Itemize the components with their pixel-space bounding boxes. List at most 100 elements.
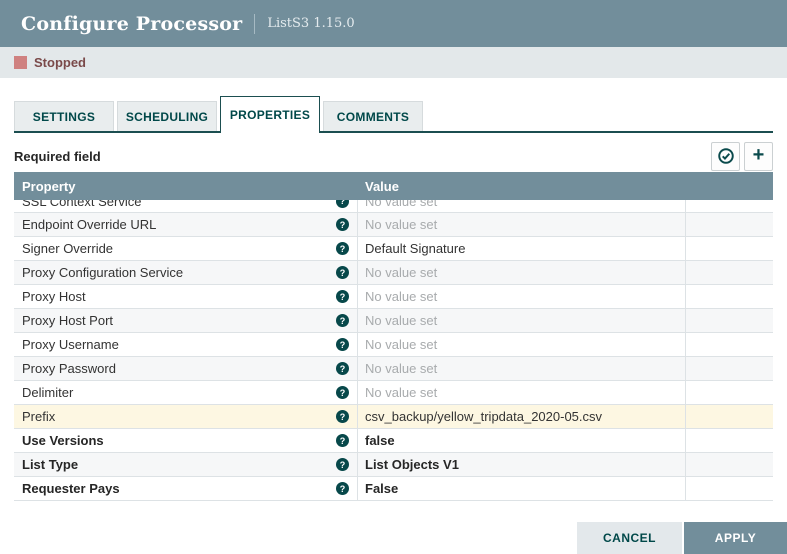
row-actions-cell — [686, 261, 773, 284]
tab-properties[interactable]: PROPERTIES — [220, 96, 320, 133]
property-value: List Objects V1 — [365, 457, 459, 472]
property-cell: Proxy Host Port? — [14, 309, 358, 332]
table-row[interactable]: Proxy Host? No value set — [14, 285, 773, 309]
help-icon[interactable]: ? — [336, 434, 349, 447]
help-icon[interactable]: ? — [336, 290, 349, 303]
value-cell[interactable]: No value set — [358, 213, 686, 236]
property-value: Default Signature — [365, 241, 465, 256]
help-icon[interactable]: ? — [336, 242, 349, 255]
value-column-header: Value — [358, 172, 686, 200]
cancel-button[interactable]: CANCEL — [577, 522, 682, 554]
help-icon[interactable]: ? — [336, 458, 349, 471]
table-body: Endpoint Override URL? No value set Signer… — [14, 213, 773, 501]
property-value: No value set — [365, 361, 437, 376]
add-property-button[interactable]: + — [744, 142, 773, 171]
verify-properties-button[interactable] — [711, 142, 740, 171]
property-name: SSL Context Service — [22, 200, 141, 209]
tab-comments[interactable]: COMMENTS — [323, 101, 423, 131]
properties-table: Property Value SSL Context Service ? No … — [14, 172, 773, 501]
value-cell[interactable]: Default Signature — [358, 237, 686, 260]
row-actions-cell — [686, 477, 773, 500]
table-row[interactable]: Signer Override? Default Signature — [14, 237, 773, 261]
help-icon[interactable]: ? — [336, 266, 349, 279]
apply-button[interactable]: APPLY — [684, 522, 787, 554]
partially-scrolled-row[interactable]: SSL Context Service ? No value set — [14, 200, 773, 213]
property-cell: Endpoint Override URL? — [14, 213, 358, 236]
verification-icon — [717, 147, 735, 165]
property-value: No value set — [365, 265, 437, 280]
property-name: Use Versions — [22, 433, 104, 448]
property-cell: Proxy Username? — [14, 333, 358, 356]
value-cell[interactable]: List Objects V1 — [358, 453, 686, 476]
property-name: Proxy Configuration Service — [22, 265, 183, 280]
property-cell: Proxy Configuration Service? — [14, 261, 358, 284]
property-column-header: Property — [14, 172, 358, 200]
value-cell[interactable]: No value set — [358, 381, 686, 404]
table-header: Property Value — [14, 172, 773, 200]
property-value: No value set — [365, 385, 437, 400]
value-cell[interactable]: csv_backup/yellow_tripdata_2020-05.csv — [358, 405, 686, 428]
property-name: Proxy Username — [22, 337, 119, 352]
value-cell[interactable]: No value set — [358, 333, 686, 356]
row-actions-cell — [686, 309, 773, 332]
tab-bar: SETTINGS SCHEDULING PROPERTIES COMMENTS — [14, 96, 773, 133]
property-cell: Proxy Password? — [14, 357, 358, 380]
help-icon[interactable]: ? — [336, 410, 349, 423]
property-name: Endpoint Override URL — [22, 217, 156, 232]
value-cell[interactable]: No value set — [358, 309, 686, 332]
help-icon[interactable]: ? — [336, 386, 349, 399]
tab-scheduling[interactable]: SCHEDULING — [117, 101, 217, 131]
help-icon[interactable]: ? — [336, 482, 349, 495]
table-row[interactable]: Prefix?csv_backup/yellow_tripdata_2020-0… — [14, 405, 773, 429]
property-name: Signer Override — [22, 241, 113, 256]
property-value: No value set — [365, 217, 437, 232]
table-row[interactable]: Proxy Username? No value set — [14, 333, 773, 357]
row-actions-cell — [686, 453, 773, 476]
help-icon[interactable]: ? — [336, 362, 349, 375]
table-row[interactable]: Delimiter?No value set — [14, 381, 773, 405]
help-icon[interactable]: ? — [336, 338, 349, 351]
stopped-icon — [14, 56, 27, 69]
property-value: No value set — [365, 289, 437, 304]
help-icon[interactable]: ? — [336, 200, 349, 208]
title-separator — [254, 14, 255, 34]
dialog-footer: CANCEL APPLY — [577, 522, 787, 554]
table-row: SSL Context Service ? No value set — [14, 200, 773, 213]
property-name: List Type — [22, 457, 78, 472]
property-cell: Use Versions? — [14, 429, 358, 452]
table-row[interactable]: List Type? List Objects V1 — [14, 453, 773, 477]
property-value: No value set — [365, 337, 437, 352]
value-cell[interactable]: No value set — [358, 357, 686, 380]
value-cell[interactable]: No value set — [358, 200, 686, 213]
help-icon[interactable]: ? — [336, 218, 349, 231]
table-row[interactable]: Proxy Password? No value set — [14, 357, 773, 381]
row-actions-cell — [686, 333, 773, 356]
property-name: Proxy Host Port — [22, 313, 113, 328]
toolbar-buttons: + — [711, 142, 773, 171]
row-actions-cell — [686, 200, 773, 213]
row-actions-cell — [686, 357, 773, 380]
help-icon[interactable]: ? — [336, 314, 349, 327]
value-cell[interactable]: False — [358, 477, 686, 500]
table-row[interactable]: Endpoint Override URL? No value set — [14, 213, 773, 237]
table-row[interactable]: Proxy Host Port? No value set — [14, 309, 773, 333]
value-cell[interactable]: false — [358, 429, 686, 452]
dialog-title: Configure Processor — [21, 13, 242, 35]
processor-type-version: ListS3 1.15.0 — [267, 16, 354, 31]
value-cell[interactable]: No value set — [358, 261, 686, 284]
row-actions-cell — [686, 405, 773, 428]
table-row[interactable]: Use Versions? false — [14, 429, 773, 453]
required-field-label: Required field — [14, 149, 101, 164]
property-value: false — [365, 433, 395, 448]
table-row[interactable]: Requester Pays?False — [14, 477, 773, 501]
run-status-bar: Stopped — [0, 47, 787, 78]
property-cell: Proxy Host? — [14, 285, 358, 308]
row-actions-cell — [686, 429, 773, 452]
value-cell[interactable]: No value set — [358, 285, 686, 308]
row-actions-cell — [686, 213, 773, 236]
property-value: No value set — [365, 200, 437, 209]
property-value: No value set — [365, 313, 437, 328]
tab-settings[interactable]: SETTINGS — [14, 101, 114, 131]
table-row[interactable]: Proxy Configuration Service? No value set — [14, 261, 773, 285]
property-cell: Requester Pays? — [14, 477, 358, 500]
